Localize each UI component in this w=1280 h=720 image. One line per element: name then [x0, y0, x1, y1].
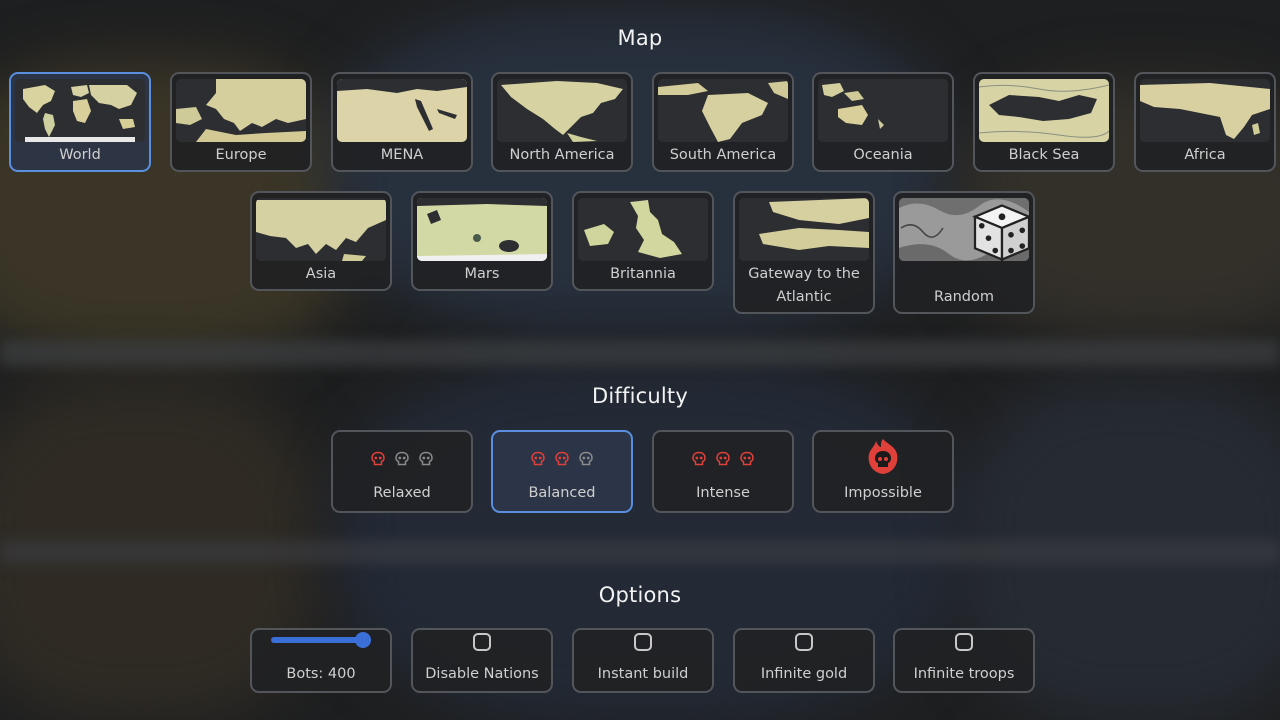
map-label: Gateway to the Atlantic	[748, 266, 860, 305]
map-card-north-america[interactable]: North America	[491, 72, 633, 172]
difficulty-section-title: Difficulty	[592, 384, 688, 408]
instant-build-checkbox[interactable]	[634, 633, 652, 651]
difficulty-impossible[interactable]: Impossible	[812, 430, 954, 513]
option-bots: Bots: 400	[250, 628, 392, 693]
difficulty-skulls	[530, 448, 594, 470]
map-card-britannia[interactable]: Britannia	[572, 191, 714, 291]
map-label: MENA	[380, 147, 424, 163]
map-label: Black Sea	[1008, 147, 1080, 163]
bots-slider[interactable]	[271, 632, 371, 648]
map-card-black-sea[interactable]: Black Sea	[973, 72, 1115, 172]
north-america-map-thumbnail	[497, 79, 627, 142]
map-label: Oceania	[853, 147, 913, 163]
difficulty-label: Balanced	[528, 485, 596, 501]
map-label: Asia	[305, 266, 337, 282]
option-label: Infinite troops	[913, 666, 1015, 682]
mena-map-thumbnail	[337, 79, 467, 142]
map-card-mena[interactable]: MENA	[331, 72, 473, 172]
difficulty-balanced[interactable]: Balanced	[491, 430, 633, 513]
skull-icon	[579, 451, 593, 466]
africa-map-thumbnail	[1140, 79, 1270, 142]
map-card-oceania[interactable]: Oceania	[812, 72, 954, 172]
map-card-africa[interactable]: Africa	[1134, 72, 1276, 172]
map-card-world[interactable]: World	[9, 72, 151, 172]
option-infinite-gold[interactable]: Infinite gold	[733, 628, 875, 693]
south-america-map-thumbnail	[658, 79, 788, 142]
option-infinite-troops[interactable]: Infinite troops	[893, 628, 1035, 693]
skull-icon	[740, 451, 754, 466]
oceania-map-thumbnail	[818, 79, 948, 142]
skull-icon	[395, 451, 409, 466]
option-disable-nations[interactable]: Disable Nations	[411, 628, 553, 693]
map-label: Random	[933, 289, 995, 305]
skull-icon	[531, 451, 545, 466]
map-card-random[interactable]: Random	[893, 191, 1035, 314]
map-card-europe[interactable]: Europe	[170, 72, 312, 172]
map-card-south-america[interactable]: South America	[652, 72, 794, 172]
asia-map-thumbnail	[256, 198, 386, 261]
difficulty-skulls	[691, 448, 755, 470]
difficulty-label: Relaxed	[373, 485, 431, 501]
disable-nations-checkbox[interactable]	[473, 633, 491, 651]
map-section-title: Map	[617, 26, 663, 50]
map-label: North America	[509, 147, 615, 163]
difficulty-relaxed[interactable]: Relaxed	[331, 430, 473, 513]
bots-slider-handle[interactable]	[355, 632, 371, 648]
map-label: Europe	[215, 147, 267, 163]
map-card-asia[interactable]: Asia	[250, 191, 392, 291]
skull-icon	[716, 451, 730, 466]
difficulty-skulls	[370, 448, 434, 470]
option-instant-build[interactable]: Instant build	[572, 628, 714, 693]
options-section-title: Options	[598, 583, 682, 607]
mars-map-thumbnail	[417, 198, 547, 261]
skull-icon	[692, 451, 706, 466]
flaming-skull-icon	[868, 439, 898, 474]
difficulty-label: Impossible	[844, 485, 922, 501]
map-label: Britannia	[610, 266, 676, 282]
europe-map-thumbnail	[176, 79, 306, 142]
britannia-map-thumbnail	[578, 198, 708, 261]
map-card-gateway-to-the-atlantic[interactable]: Gateway to the Atlantic	[733, 191, 875, 314]
world-map-thumbnail	[15, 79, 145, 142]
skull-icon	[419, 451, 433, 466]
difficulty-label: Intense	[696, 485, 750, 501]
infinite-troops-checkbox[interactable]	[955, 633, 973, 651]
difficulty-skulls	[865, 438, 901, 476]
bots-label: Bots: 400	[286, 666, 356, 682]
bots-slider-track[interactable]	[271, 637, 363, 643]
map-card-mars[interactable]: Mars	[411, 191, 553, 291]
map-label: South America	[669, 147, 777, 163]
black-sea-map-thumbnail	[979, 79, 1109, 142]
difficulty-intense[interactable]: Intense	[652, 430, 794, 513]
random-map-thumbnail	[899, 198, 1029, 261]
map-label: Mars	[464, 266, 500, 282]
gateway-map-thumbnail	[739, 198, 869, 261]
map-label: Africa	[1184, 147, 1226, 163]
skull-icon	[371, 451, 385, 466]
infinite-gold-checkbox[interactable]	[795, 633, 813, 651]
map-label: World	[59, 147, 101, 163]
dice-icon	[937, 201, 1029, 261]
option-label: Disable Nations	[425, 666, 539, 682]
skull-icon	[555, 451, 569, 466]
option-label: Infinite gold	[760, 666, 848, 682]
option-label: Instant build	[597, 666, 689, 682]
